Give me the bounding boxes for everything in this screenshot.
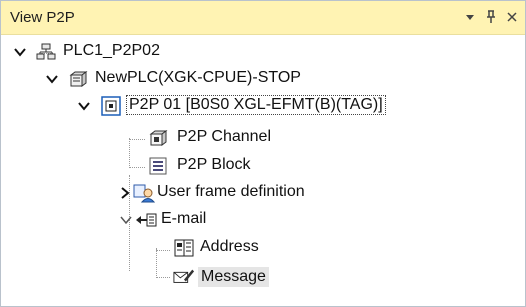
panel-title: View P2P: [10, 9, 75, 26]
view-p2p-panel: View P2P PLC1_P2P02 NewPLC(XGK-CPUE)-STO…: [0, 0, 526, 307]
chevron-down-icon[interactable]: [77, 99, 91, 113]
panel-titlebar: View P2P: [1, 1, 525, 35]
comm-module-icon: [100, 95, 122, 117]
user-frame-icon: [133, 182, 155, 204]
tree-label-root: PLC1_P2P02: [63, 42, 160, 59]
tree-label-user-frame-definition: User frame definition: [157, 183, 305, 200]
chevron-down-icon[interactable]: [13, 45, 27, 59]
plc-module-icon: [67, 68, 89, 90]
tree-label-p2p-block: P2P Block: [177, 156, 251, 173]
message-edit-icon: [173, 265, 195, 287]
email-icon: [135, 209, 157, 231]
tree-label-message: Message: [198, 267, 269, 287]
tree-node-root[interactable]: PLC1_P2P02: [1, 39, 301, 65]
close-button[interactable]: [502, 7, 522, 27]
pin-icon: [487, 10, 495, 23]
chevron-down-icon[interactable]: [45, 72, 59, 86]
tree-item-p2p-channel[interactable]: P2P Channel: [1, 125, 301, 151]
tree-item-email[interactable]: E-mail: [1, 207, 301, 233]
tree-item-p2p-block[interactable]: P2P Block: [1, 153, 301, 179]
tree-node-plc[interactable]: NewPLC(XGK-CPUE)-STOP: [1, 66, 401, 92]
tree-item-message[interactable]: Message: [1, 264, 301, 290]
pin-button[interactable]: [481, 7, 501, 27]
tree-item-address[interactable]: Address: [1, 235, 301, 261]
chevron-down-icon[interactable]: [119, 213, 133, 227]
dropdown-menu-button[interactable]: [460, 7, 480, 27]
chevron-right-icon[interactable]: [118, 186, 132, 200]
close-icon: [507, 12, 517, 22]
channel-icon: [147, 127, 169, 149]
tree-label-p2p-channel: P2P Channel: [177, 128, 271, 145]
network-icon: [35, 41, 57, 63]
address-book-icon: [173, 237, 195, 259]
tree-item-user-frame-definition[interactable]: User frame definition: [1, 180, 401, 206]
p2p-tree: PLC1_P2P02 NewPLC(XGK-CPUE)-STOP P2P 01 …: [1, 35, 525, 305]
tree-label-address: Address: [200, 238, 259, 255]
tree-node-p2p[interactable]: P2P 01 [B0S0 XGL-EFMT(B)(TAG)]: [1, 93, 481, 119]
tree-label-plc: NewPLC(XGK-CPUE)-STOP: [95, 69, 301, 86]
tree-label-email: E-mail: [161, 210, 207, 227]
block-icon: [147, 155, 169, 177]
dropdown-triangle-icon: [466, 15, 474, 20]
tree-label-p2p: P2P 01 [B0S0 XGL-EFMT(B)(TAG)]: [126, 95, 386, 115]
